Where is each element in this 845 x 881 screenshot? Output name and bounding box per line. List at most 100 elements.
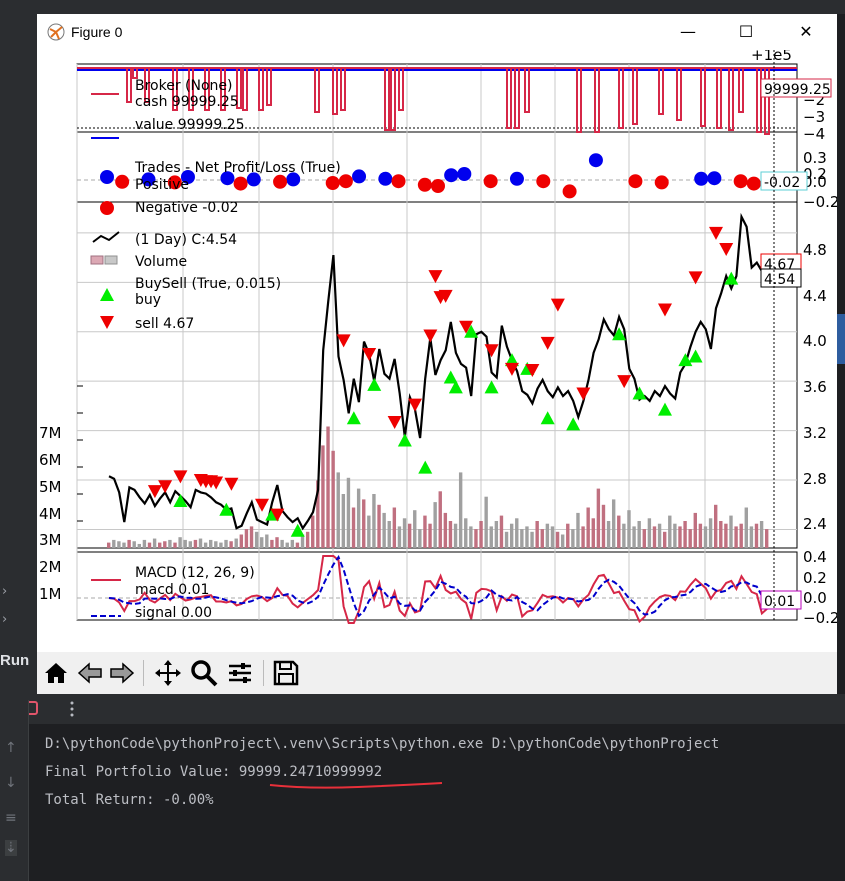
- volume-bar: [673, 523, 677, 548]
- volume-bar: [601, 504, 606, 548]
- volume-bar: [729, 515, 733, 548]
- negative-trade-marker: [115, 174, 130, 189]
- volume-bar: [244, 529, 249, 548]
- ide-right-highlight: [837, 314, 845, 364]
- price-ytick-4: 3.6: [803, 378, 827, 396]
- window-titlebar[interactable]: Figure 0 — ☐ ✕: [37, 14, 837, 50]
- legend-macd-title: MACD (12, 26, 9): [135, 565, 255, 581]
- negative-trade-marker: [733, 174, 748, 189]
- home-icon[interactable]: [41, 658, 71, 688]
- macd-last-value-tag: 0.01: [764, 594, 795, 610]
- positive-trade-marker: [707, 171, 722, 186]
- sell-marker: [255, 498, 270, 512]
- sell-marker: [540, 336, 555, 350]
- cash-spike: [658, 67, 664, 115]
- volume-bar: [260, 537, 264, 548]
- negative-trade-marker: [417, 177, 432, 192]
- run-toolbar-icons: [2, 701, 74, 717]
- broker-ytick-3: −4: [803, 125, 825, 143]
- back-arrow-icon[interactable]: [75, 658, 105, 688]
- volume-bar: [596, 488, 601, 548]
- cash-spike: [340, 67, 346, 111]
- arrow-up-icon[interactable]: ↑: [5, 740, 17, 756]
- volume-tick-6m: 6M: [39, 451, 62, 469]
- positive-trade-marker: [378, 171, 393, 186]
- expand-icon[interactable]: ›: [2, 578, 7, 606]
- volume-bar: [540, 529, 544, 548]
- plot-figure: +1e5 −2 −3 −4 Broker (None) cash 99999.2…: [37, 50, 837, 650]
- volume-tick-4m: 4M: [39, 505, 62, 523]
- buy-marker: [484, 380, 499, 394]
- volume-bar: [173, 542, 177, 548]
- broker-ytick-2: −3: [803, 108, 825, 126]
- volume-bar: [193, 539, 198, 548]
- volume-bar: [219, 542, 223, 548]
- volume-bar: [356, 488, 361, 548]
- volume-bar: [734, 526, 738, 548]
- sell-marker: [224, 477, 239, 491]
- volume-bar: [545, 523, 550, 548]
- negative-trade-marker: [431, 179, 445, 193]
- volume-bar: [698, 523, 703, 548]
- pan-icon[interactable]: [153, 658, 183, 688]
- sell-marker: [387, 415, 402, 429]
- volume-bar: [397, 526, 402, 548]
- volume-bar: [203, 542, 208, 548]
- positive-trade-marker: [694, 171, 709, 186]
- volume-bar: [560, 534, 565, 548]
- volume-bar: [117, 541, 121, 548]
- volume-bar: [683, 521, 687, 548]
- minimize-button[interactable]: —: [673, 20, 703, 44]
- legend-volume: Volume: [135, 254, 187, 270]
- save-icon[interactable]: [271, 658, 301, 688]
- volume-bar: [142, 539, 147, 548]
- plot-canvas: +1e5 −2 −3 −4 Broker (None) cash 99999.2…: [39, 50, 837, 627]
- sell-marker: [362, 347, 377, 361]
- legend-trades-title: Trades - Net Profit/Loss (True): [134, 160, 341, 176]
- macd-ytick-2: 0.2: [803, 569, 827, 587]
- zoom-icon[interactable]: [189, 658, 219, 688]
- forward-arrow-icon[interactable]: [107, 658, 137, 688]
- volume-bar: [224, 539, 228, 548]
- volume-bar: [484, 496, 488, 548]
- volume-bar: [464, 518, 468, 548]
- expand-icon-2[interactable]: ›: [2, 606, 7, 634]
- run-tool-window-label[interactable]: Run: [0, 652, 29, 669]
- toolbar-separator: [143, 660, 144, 686]
- legend-volume-swatch: [90, 255, 104, 265]
- broker-legend: Broker (None) cash 99999.25 value 99999.…: [91, 78, 245, 139]
- sell-marker: [484, 344, 499, 358]
- cash-spike: [390, 67, 396, 131]
- scroll-to-end-icon[interactable]: ⇣: [5, 840, 17, 856]
- volume-bar: [285, 542, 289, 548]
- negative-trade-marker: [654, 175, 669, 190]
- cash-spike: [524, 67, 530, 113]
- soft-wrap-icon[interactable]: ≡: [5, 810, 17, 826]
- configure-subplots-icon[interactable]: [225, 658, 255, 688]
- volume-bar: [688, 529, 692, 548]
- volume-bar: [627, 510, 631, 548]
- volume-bar: [346, 477, 351, 548]
- macd-ytick-4: −0.2: [803, 609, 837, 627]
- volume-bar: [305, 531, 310, 548]
- maximize-button[interactable]: ☐: [731, 20, 761, 44]
- volume-bar: [137, 543, 142, 548]
- legend-sell-marker: [100, 316, 114, 329]
- matplotlib-toolbar: [37, 652, 837, 694]
- volume-tick-3m: 3M: [39, 531, 62, 549]
- close-button[interactable]: ✕: [791, 20, 821, 44]
- volume-bar: [367, 515, 371, 548]
- volume-bar: [739, 523, 743, 548]
- volume-bar: [418, 529, 422, 548]
- legend-broker-title: Broker (None): [135, 78, 233, 94]
- volume-bar: [275, 537, 279, 548]
- arrow-down-icon[interactable]: ↓: [5, 775, 17, 791]
- volume-bar: [647, 518, 652, 548]
- more-options-icon[interactable]: [70, 701, 74, 717]
- trades-legend: Trades - Net Profit/Loss (True) Positive…: [100, 160, 341, 216]
- volume-bar: [163, 541, 167, 548]
- console-line-command: D:\pythonCode\pythonProject\.venv\Script…: [45, 736, 720, 752]
- console-line-final-value: Final Portfolio Value: 99999.24710999992: [45, 764, 383, 780]
- price-ytick-1: 4.8: [803, 241, 827, 259]
- volume-bar: [622, 523, 626, 548]
